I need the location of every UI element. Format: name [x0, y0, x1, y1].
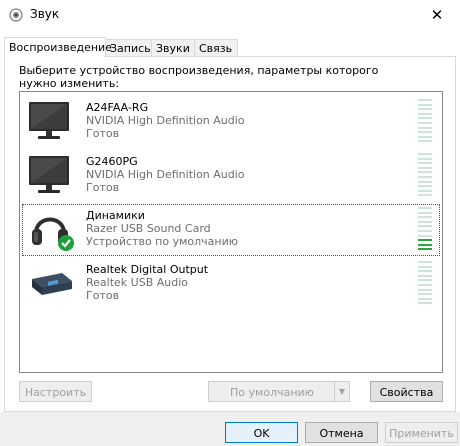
level-meter-bar [418, 230, 432, 232]
level-meter-bar [418, 122, 432, 124]
level-meter-bar [418, 225, 432, 228]
level-meter-bar [418, 261, 432, 263]
device-name: G2460PG [86, 155, 138, 168]
tab-recording[interactable]: Запись [105, 39, 152, 57]
tab-playback[interactable]: Воспроизведение [4, 37, 112, 58]
window-title: Звук [30, 7, 60, 21]
audio-device-icon [32, 273, 72, 295]
level-meter-bar [418, 99, 432, 101]
device-status: Готов [86, 289, 120, 302]
level-meter-bar [418, 274, 432, 277]
monitor-icon [29, 102, 69, 139]
close-button[interactable]: ✕ [414, 0, 460, 30]
speaker-app-icon [9, 8, 23, 22]
level-meter [418, 99, 432, 145]
level-meter-bar [418, 216, 432, 219]
cancel-button[interactable]: Отмена [305, 422, 378, 443]
level-meter-bar [418, 176, 432, 178]
device-item[interactable]: G2460PG NVIDIA High Definition Audio Гот… [20, 150, 440, 202]
level-meter-bar [418, 284, 432, 286]
level-meter-bar [418, 171, 432, 174]
level-meter-bar [418, 194, 432, 197]
level-meter-bar [418, 140, 432, 143]
level-meter-bar [418, 243, 432, 246]
device-name: Динамики [86, 209, 145, 222]
level-meter-bar [418, 239, 432, 242]
level-meter-bar [418, 112, 432, 115]
level-meter-bar [418, 270, 432, 273]
level-meter [418, 207, 432, 253]
level-meter [418, 153, 432, 199]
level-meter-bar [418, 153, 432, 155]
headset-icon [32, 217, 74, 251]
level-meter-bar [418, 211, 432, 214]
device-driver: Razer USB Sound Card [86, 222, 211, 235]
device-driver: NVIDIA High Definition Audio [86, 114, 245, 127]
level-meter-bar [418, 108, 432, 111]
level-meter-bar [418, 135, 432, 138]
level-meter-bar [418, 288, 432, 291]
level-meter-bar [418, 220, 432, 223]
configure-button[interactable]: Настроить [19, 381, 92, 402]
device-status: Готов [86, 127, 120, 140]
level-meter-bar [418, 293, 432, 296]
level-meter-bar [418, 265, 432, 268]
default-check-icon [58, 235, 74, 251]
device-item-selected[interactable]: Динамики Razer USB Sound Card Устройство… [20, 204, 440, 256]
set-default-button[interactable]: По умолчанию ▼ [208, 381, 350, 402]
level-meter-bar [418, 103, 432, 106]
monitor-icon [29, 156, 69, 193]
tab-sounds[interactable]: Звуки [151, 39, 195, 57]
level-meter-bar [418, 248, 432, 251]
instructions-text: Выберите устройство воспроизведения, пар… [19, 64, 379, 90]
device-list[interactable]: A24FAA-RG NVIDIA High Definition Audio Г… [19, 91, 443, 373]
level-meter-bar [418, 157, 432, 160]
level-meter-bar [418, 162, 432, 165]
level-meter-bar [418, 131, 432, 134]
level-meter-bar [418, 207, 432, 209]
set-default-label: По умолчанию [230, 386, 314, 399]
title-bar: Звук ✕ [0, 0, 460, 30]
device-name: Realtek Digital Output [86, 263, 209, 276]
device-name: A24FAA-RG [86, 101, 149, 114]
device-item[interactable]: A24FAA-RG NVIDIA High Definition Audio Г… [20, 96, 440, 148]
level-meter [418, 261, 432, 307]
tab-panel: Выберите устройство воспроизведения, пар… [4, 56, 456, 412]
ok-button[interactable]: OK [225, 422, 298, 443]
selection-focus-box [22, 204, 440, 256]
level-meter-bar [418, 166, 432, 169]
level-meter-bar [418, 117, 432, 120]
level-meter-bar [418, 302, 432, 305]
device-status: Устройство по умолчанию [86, 235, 239, 248]
device-status: Готов [86, 181, 120, 194]
device-driver: Realtek USB Audio [86, 276, 189, 289]
level-meter-bar [418, 297, 432, 300]
chevron-down-icon[interactable]: ▼ [334, 382, 349, 401]
level-meter-bar [418, 126, 432, 129]
level-meter-bar [418, 234, 432, 237]
apply-button[interactable]: Применить [385, 422, 458, 443]
tab-communications[interactable]: Связь [194, 39, 238, 57]
properties-button[interactable]: Свойства [370, 381, 443, 402]
level-meter-bar [418, 189, 432, 192]
device-driver: NVIDIA High Definition Audio [86, 168, 245, 181]
device-item[interactable]: Realtek Digital Output Realtek USB Audio… [20, 258, 440, 310]
level-meter-bar [418, 279, 432, 282]
level-meter-bar [418, 180, 432, 183]
level-meter-bar [418, 185, 432, 188]
